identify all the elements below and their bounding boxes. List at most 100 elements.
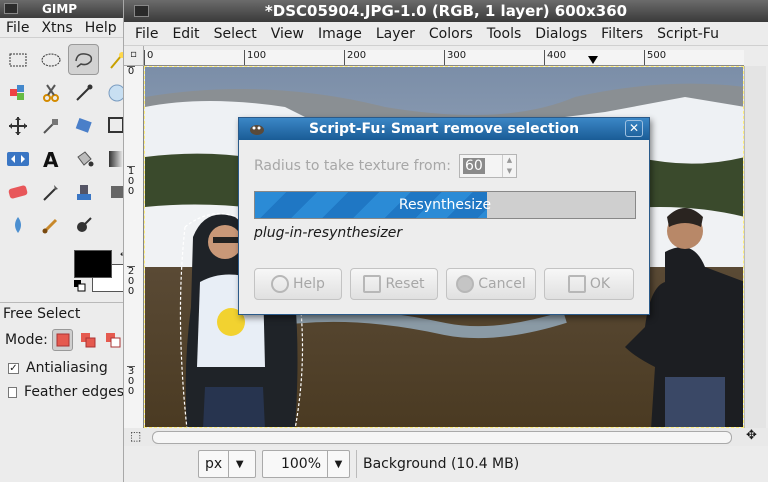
rotate-tool[interactable] — [101, 110, 123, 141]
paths-tool[interactable] — [68, 77, 99, 108]
color-picker-tool[interactable] — [101, 77, 123, 108]
crop-tool[interactable] — [68, 110, 99, 141]
quick-mask-toggle-icon[interactable]: ⬚ — [130, 429, 141, 443]
smudge-tool[interactable] — [101, 176, 123, 207]
eraser-tool[interactable] — [2, 176, 33, 207]
menu-script-fu[interactable]: Script-Fu — [650, 22, 726, 45]
status-text: Background (10.4 MB) — [356, 450, 768, 478]
chevron-down-icon[interactable]: ▼ — [228, 451, 250, 477]
window-menu-icon[interactable] — [134, 5, 149, 17]
airbrush-tool[interactable] — [35, 176, 66, 207]
feather-edges-row[interactable]: Feather edges — [0, 380, 123, 404]
script-fu-dialog: Script-Fu: Smart remove selection ✕ Radi… — [238, 117, 650, 315]
dialog-titlebar: Script-Fu: Smart remove selection ✕ — [239, 118, 649, 140]
quick-mask-corner[interactable]: ▫ — [124, 46, 144, 66]
pointer-marker-icon — [588, 56, 598, 64]
vertical-scrollbar[interactable] — [744, 66, 766, 428]
horizontal-scrollbar[interactable] — [152, 431, 732, 444]
mode-row: Mode: — [0, 324, 123, 356]
hruler-label: 0 — [144, 50, 153, 65]
toolbox-menu-xtns[interactable]: Xtns — [35, 18, 78, 37]
align-tool[interactable] — [35, 110, 66, 141]
vruler-label: 300 — [127, 366, 135, 397]
mode-add-button[interactable] — [77, 329, 98, 351]
vruler-label: 0 — [127, 66, 135, 77]
hruler-label: 100 — [244, 50, 266, 65]
radius-row: Radius to take texture from: 60 ▲ ▼ — [254, 154, 517, 178]
mode-subtract-button[interactable] — [103, 329, 123, 351]
dialog-button-row: Help Reset Cancel OK — [254, 268, 636, 300]
cancel-button[interactable]: Cancel — [446, 268, 536, 300]
horizontal-ruler[interactable]: 0 100 200 300 400 500 — [144, 50, 744, 66]
menu-select[interactable]: Select — [207, 22, 264, 45]
menu-layer[interactable]: Layer — [369, 22, 422, 45]
cancel-icon — [456, 275, 475, 293]
menu-colors[interactable]: Colors — [422, 22, 480, 45]
antialiasing-checkbox[interactable]: ✓ — [8, 362, 19, 374]
dialog-title: Script-Fu: Smart remove selection — [308, 121, 580, 137]
zoom-value: 100% — [280, 456, 321, 472]
vertical-ruler[interactable]: 0 100 200 300 — [124, 66, 144, 428]
fuzzy-select-tool[interactable] — [101, 44, 123, 75]
unit-value: px — [205, 456, 223, 472]
menu-view[interactable]: View — [264, 22, 311, 45]
menu-tools[interactable]: Tools — [480, 22, 529, 45]
ellipse-select-tool[interactable] — [35, 44, 66, 75]
reset-label: Reset — [385, 276, 425, 292]
toolbox-menubar: File Xtns Help — [0, 18, 123, 38]
menu-dialogs[interactable]: Dialogs — [528, 22, 594, 45]
menu-edit[interactable]: Edit — [165, 22, 206, 45]
menu-file[interactable]: File — [128, 22, 165, 45]
default-colors-icon[interactable] — [74, 280, 86, 292]
help-icon — [271, 275, 290, 293]
reset-icon — [363, 275, 382, 293]
foreground-color-swatch[interactable] — [74, 250, 112, 278]
scissors-tool[interactable] — [35, 77, 66, 108]
tool-options-title: Free Select — [0, 302, 123, 324]
mode-replace-button[interactable] — [51, 329, 74, 351]
feather-edges-checkbox[interactable] — [8, 386, 18, 398]
rect-select-tool[interactable] — [2, 44, 33, 75]
by-color-select-tool[interactable] — [2, 77, 33, 108]
radius-label: Radius to take texture from: — [254, 158, 451, 174]
menu-filters[interactable]: Filters — [594, 22, 650, 45]
svg-text:A: A — [43, 149, 59, 169]
status-bar: px ▼ 100% ▼ Background (10.4 MB) — [124, 446, 768, 482]
toolbox-menu-help[interactable]: Help — [79, 18, 123, 37]
toolbox-menu-file[interactable]: File — [0, 18, 35, 37]
heal-tool[interactable] — [101, 209, 123, 240]
ink-tool[interactable] — [68, 209, 99, 240]
procedure-name: plug-in-resynthesizer — [254, 225, 403, 241]
close-icon[interactable]: ✕ — [625, 120, 643, 137]
clone-tool[interactable] — [68, 176, 99, 207]
unit-selector[interactable]: px ▼ — [198, 450, 256, 478]
horizontal-scroll-row: ⬚ ✥ — [124, 428, 768, 446]
hruler-label: 500 — [644, 50, 666, 65]
radius-spinbutton[interactable]: 60 ▲ ▼ — [458, 154, 517, 178]
menu-image[interactable]: Image — [311, 22, 369, 45]
reset-button[interactable]: Reset — [350, 268, 438, 300]
antialiasing-row[interactable]: ✓ Antialiasing — [0, 356, 123, 380]
dodge-tool[interactable] — [2, 209, 33, 240]
radius-value[interactable]: 60 — [462, 158, 485, 174]
zoom-selector[interactable]: 100% ▼ — [262, 450, 350, 478]
paintbrush-tool[interactable] — [35, 209, 66, 240]
toolbox-window: GIMP File Xtns Help A ↔ — [0, 0, 124, 482]
progress-label: Resynthesize — [398, 197, 492, 213]
move-tool[interactable] — [2, 110, 33, 141]
image-window-title: *DSC05904.JPG-1.0 (RGB, 1 layer) 600x360 — [264, 2, 628, 20]
navigate-icon[interactable]: ✥ — [746, 428, 757, 443]
free-select-tool[interactable] — [68, 44, 99, 75]
help-button[interactable]: Help — [254, 268, 342, 300]
blend-tool[interactable] — [101, 143, 123, 174]
vruler-label: 100 — [127, 166, 135, 197]
mode-label: Mode: — [5, 332, 48, 348]
window-menu-icon[interactable] — [4, 3, 18, 14]
ok-button[interactable]: OK — [544, 268, 634, 300]
chevron-down-icon[interactable]: ▼ — [327, 451, 349, 477]
image-window-titlebar: *DSC05904.JPG-1.0 (RGB, 1 layer) 600x360 — [124, 0, 768, 22]
bucket-fill-tool[interactable] — [68, 143, 99, 174]
spin-arrows-icon[interactable]: ▲ ▼ — [501, 155, 516, 177]
text-tool[interactable]: A — [35, 143, 66, 174]
flip-tool[interactable] — [2, 143, 33, 174]
